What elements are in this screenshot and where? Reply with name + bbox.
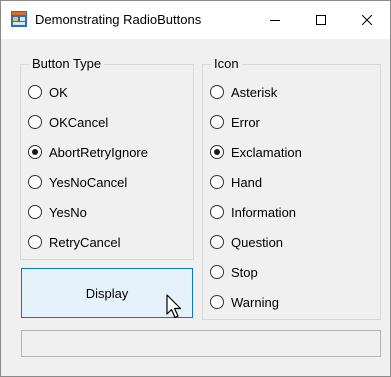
radio-okcancel[interactable]: OKCancel (28, 113, 108, 131)
radio-yesnocancel-indicator[interactable] (28, 175, 42, 189)
button-type-group: Button Type OK OKCancel AbortRetryIgnore… (20, 56, 194, 260)
radio-ok-label: OK (49, 84, 68, 100)
radio-yesnocancel[interactable]: YesNoCancel (28, 173, 127, 191)
radio-information[interactable]: Information (210, 203, 296, 221)
radio-okcancel-label: OKCancel (49, 114, 109, 130)
radio-ok-indicator[interactable] (28, 85, 42, 99)
radio-warning-indicator[interactable] (210, 295, 224, 309)
radio-asterisk[interactable]: Asterisk (210, 83, 277, 101)
radio-abortretryignore[interactable]: AbortRetryIgnore (28, 143, 148, 161)
radio-retrycancel-indicator[interactable] (28, 235, 42, 249)
radio-hand[interactable]: Hand (210, 173, 262, 191)
title-bar[interactable]: Demonstrating RadioButtons (1, 1, 390, 39)
radio-stop-indicator[interactable] (210, 265, 224, 279)
radio-error-indicator[interactable] (210, 115, 224, 129)
app-icon (11, 11, 27, 27)
radio-hand-indicator[interactable] (210, 175, 224, 189)
button-type-group-title: Button Type (29, 56, 105, 72)
app-window: Demonstrating RadioButtons Button Type O… (0, 0, 391, 377)
icon-group: Icon Asterisk Error Exclamation Hand Inf… (202, 56, 381, 320)
radio-stop-label: Stop (231, 264, 258, 280)
radio-exclamation[interactable]: Exclamation (210, 143, 302, 161)
radio-yesno-label: YesNo (49, 204, 87, 220)
radio-yesno[interactable]: YesNo (28, 203, 87, 221)
radio-retrycancel[interactable]: RetryCancel (28, 233, 121, 251)
maximize-button[interactable] (298, 1, 344, 39)
icon-group-title: Icon (211, 56, 242, 72)
radio-warning[interactable]: Warning (210, 293, 279, 311)
radio-error-label: Error (231, 114, 260, 130)
radio-warning-label: Warning (231, 294, 279, 310)
radio-question[interactable]: Question (210, 233, 283, 251)
mouse-cursor-icon (166, 294, 182, 319)
radio-yesno-indicator[interactable] (28, 205, 42, 219)
radio-okcancel-indicator[interactable] (28, 115, 42, 129)
radio-exclamation-label: Exclamation (231, 144, 302, 160)
radio-question-indicator[interactable] (210, 235, 224, 249)
radio-error[interactable]: Error (210, 113, 260, 131)
radio-yesnocancel-label: YesNoCancel (49, 174, 128, 190)
radio-stop[interactable]: Stop (210, 263, 258, 281)
radio-abortretryignore-label: AbortRetryIgnore (49, 144, 148, 160)
radio-asterisk-indicator[interactable] (210, 85, 224, 99)
output-textbox[interactable] (21, 330, 381, 357)
minimize-icon (270, 20, 280, 21)
radio-question-label: Question (231, 234, 284, 250)
radio-asterisk-label: Asterisk (231, 84, 278, 100)
maximize-icon (316, 15, 326, 25)
radio-exclamation-indicator[interactable] (210, 145, 224, 159)
radio-information-label: Information (231, 204, 297, 220)
radio-ok[interactable]: OK (28, 83, 68, 101)
radio-abortretryignore-indicator[interactable] (28, 145, 42, 159)
window-title: Demonstrating RadioButtons (35, 12, 202, 27)
close-button[interactable] (344, 1, 390, 39)
radio-hand-label: Hand (231, 174, 263, 190)
radio-information-indicator[interactable] (210, 205, 224, 219)
radio-retrycancel-label: RetryCancel (49, 234, 121, 250)
minimize-button[interactable] (252, 1, 298, 39)
close-icon (362, 15, 372, 25)
